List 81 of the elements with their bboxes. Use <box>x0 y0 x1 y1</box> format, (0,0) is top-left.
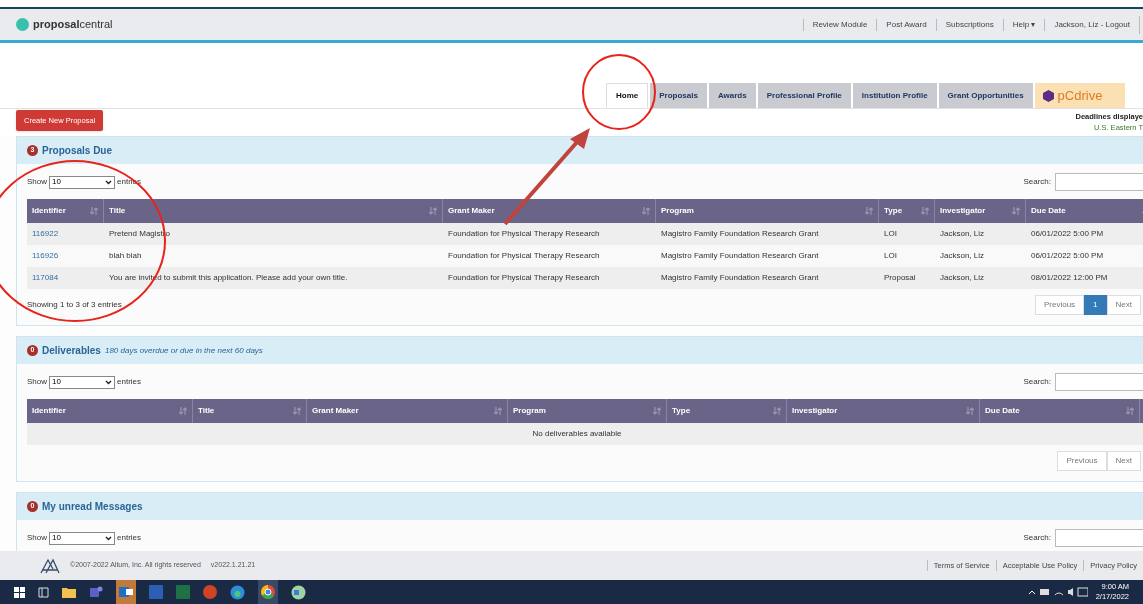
table-cell-text: Proposal <box>883 272 917 284</box>
search-label: Search: <box>1023 176 1051 188</box>
page-size-select[interactable]: 10 <box>49 175 115 189</box>
chevron-icon <box>105 535 112 541</box>
nav-link[interactable]: Subscriptions <box>935 18 1003 31</box>
panel-title: Deliverables <box>42 344 101 358</box>
pagination-button[interactable]: 1 <box>1084 295 1107 315</box>
hexagon-logo-icon <box>1042 89 1054 102</box>
panel-title: My unread Messages <box>42 500 143 514</box>
nav-link[interactable]: Review Module <box>802 18 877 31</box>
sort-icon <box>653 407 661 415</box>
teams-icon[interactable] <box>89 585 103 599</box>
search-label: Search: <box>1023 532 1051 544</box>
mail-app-icon[interactable] <box>116 580 136 604</box>
sort-icon <box>90 207 98 215</box>
sort-icon <box>773 407 781 415</box>
nav-tab[interactable]: Institution Profile <box>852 83 937 108</box>
sort-icon <box>293 407 301 415</box>
panel-subtitle: 180 days overdue or due in the next 60 days <box>104 344 263 357</box>
sort-icon <box>642 207 650 215</box>
table-cell-text: Foundation for Physical Therapy Research <box>447 228 601 240</box>
pagination-button[interactable]: Next <box>1106 295 1141 315</box>
entries-info: Showing 1 to 3 of 3 entries <box>27 299 122 311</box>
windows-start-icon[interactable] <box>14 586 25 598</box>
table-cell-text: Magistro Family Foundation Research Grant <box>660 272 820 284</box>
show-label: Show <box>27 532 47 544</box>
nav-link[interactable]: Jackson, Liz - Logout <box>1044 18 1139 31</box>
table-cell-text: Jackson, Liz <box>939 250 986 262</box>
table-cell-text: Jackson, Liz <box>939 272 986 284</box>
panel-title: Proposals Due <box>42 144 113 158</box>
table-cell-text: 06/01/2022 5:00 PM <box>1030 228 1105 240</box>
logo-text[interactable]: proposalcentral <box>33 16 113 33</box>
search-field[interactable] <box>1055 373 1143 391</box>
sort-icon <box>966 407 974 415</box>
task-view-icon[interactable] <box>38 586 49 598</box>
chevron-icon <box>105 179 112 185</box>
entries-label: entries <box>117 376 142 388</box>
page-size-select[interactable]: 10 <box>49 531 115 545</box>
sort-icon <box>429 207 437 215</box>
entries-label: entries <box>117 532 142 544</box>
sort-icon <box>921 207 929 215</box>
empty-message: No deliverables available <box>532 428 622 440</box>
nav-link[interactable]: Help ▾ <box>1002 18 1045 31</box>
table-cell-text: blah blah <box>108 250 143 262</box>
table-cell-text: Jackson, Liz <box>939 228 986 240</box>
search-field[interactable] <box>1055 173 1143 191</box>
table-cell-text: Foundation for Physical Therapy Research <box>447 272 601 284</box>
table-cell-text: LOI <box>883 228 898 240</box>
search-field[interactable] <box>1055 529 1143 547</box>
table-cell-text: Magistro Family Foundation Research Grant <box>660 228 820 240</box>
identifier-link[interactable]: 116926 <box>27 245 104 267</box>
pagination-button[interactable]: Previous <box>1057 451 1107 471</box>
identifier-link[interactable]: 116922 <box>27 223 104 245</box>
altum-logo-icon <box>40 557 60 574</box>
page-size-select[interactable]: 10 <box>49 375 115 389</box>
search-label: Search: <box>1023 376 1051 388</box>
nav-tab[interactable]: Professional Profile <box>757 83 851 108</box>
table-cell-text: Foundation for Physical Therapy Research <box>447 250 601 262</box>
table-cell-text: 06/01/2022 5:00 PM <box>1030 250 1105 262</box>
table-cell-text: Magistro Family Foundation Research Grant <box>660 250 820 262</box>
nav-tab[interactable]: Grant Opportunities <box>938 83 1033 108</box>
pagination-button[interactable]: Previous <box>1034 295 1085 315</box>
nav-tab[interactable]: Awards <box>708 83 756 108</box>
nav-tab[interactable]: Proposals <box>650 83 707 108</box>
nav-link[interactable]: Post Award <box>876 18 936 31</box>
sort-icon <box>494 407 502 415</box>
system-tray-icon[interactable] <box>1027 587 1088 597</box>
sort-icon <box>1012 207 1020 215</box>
sort-icon <box>1126 407 1134 415</box>
pagination-button[interactable]: Next <box>1106 451 1141 471</box>
table-cell-text: 08/01/2022 12:00 PM <box>1030 272 1109 284</box>
sort-icon <box>865 207 873 215</box>
show-label: Show <box>27 376 47 388</box>
chrome-icon[interactable] <box>258 580 278 604</box>
nav-tab[interactable]: Home <box>606 83 649 108</box>
chevron-icon <box>105 379 112 385</box>
identifier-link[interactable]: 117084 <box>27 267 104 289</box>
table-cell-text: LOI <box>883 250 898 262</box>
folder-icon[interactable] <box>62 586 76 598</box>
show-label: Show <box>27 176 47 188</box>
sort-icon <box>179 407 187 415</box>
